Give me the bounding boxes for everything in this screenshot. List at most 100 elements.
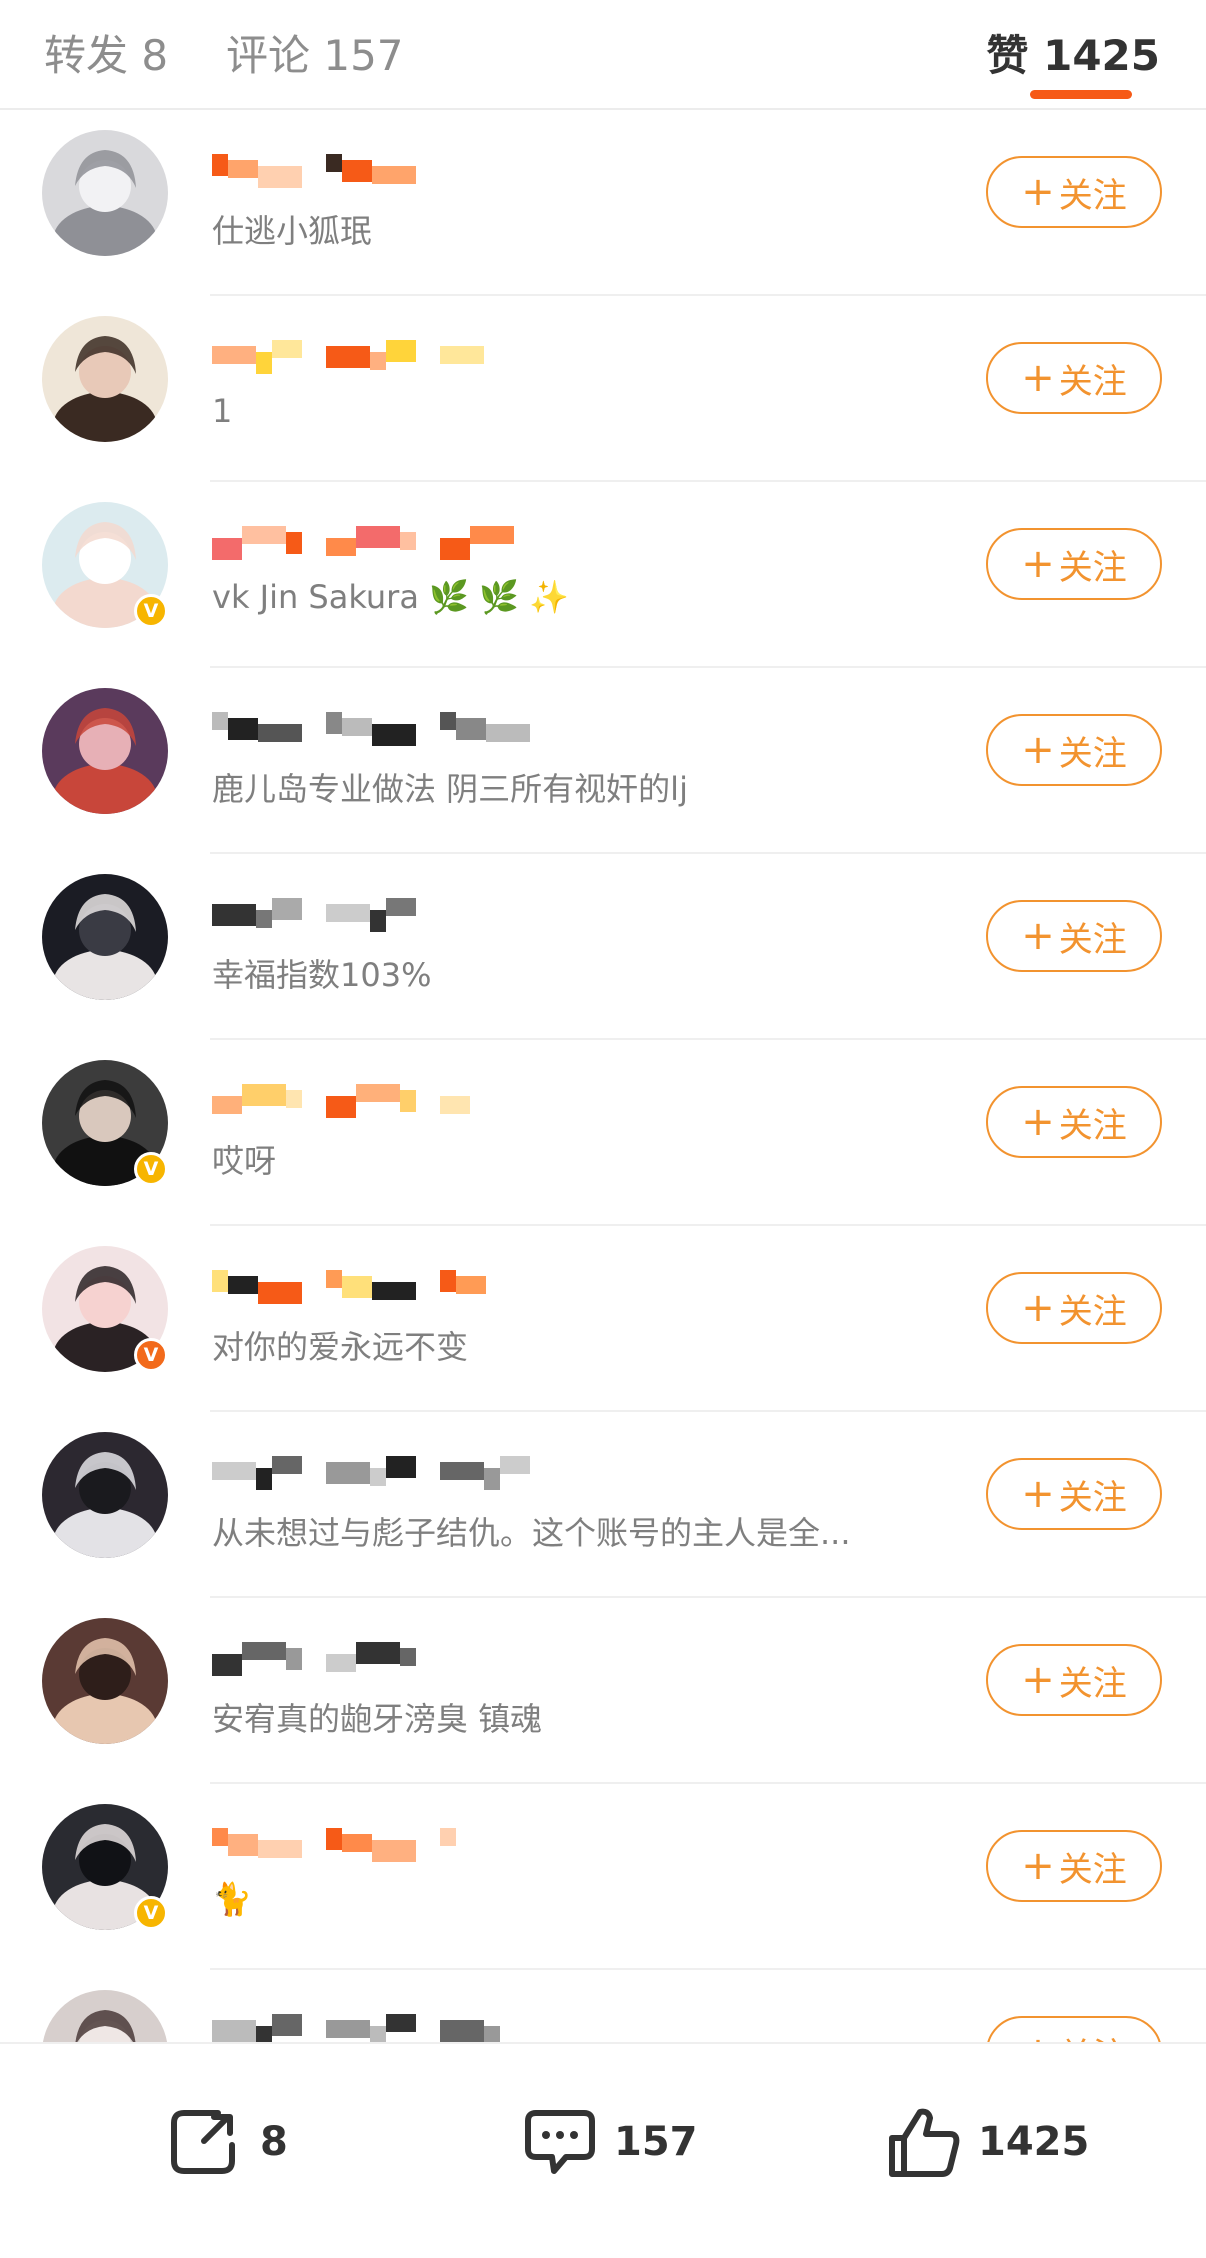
mosaic-block [400,532,416,550]
repost-count: 8 [260,2119,288,2165]
mosaic-block [440,1462,484,1480]
username-redacted[interactable] [212,1084,542,1124]
follow-button[interactable]: +关注 [986,1644,1162,1716]
avatar[interactable]: V [42,1246,168,1372]
avatar[interactable] [42,130,168,256]
mosaic-block [326,154,342,172]
list-item[interactable]: 仕逃小狐珉 + 关注 [0,110,1206,296]
avatar[interactable]: V [42,1804,168,1930]
plus-icon: + [1021,169,1055,215]
username-redacted[interactable] [212,898,542,938]
username-redacted[interactable] [212,712,542,752]
mosaic-block [212,904,256,926]
follow-button[interactable]: +关注 [986,1830,1162,1902]
mosaic-block [386,2014,416,2032]
list-item[interactable]: 1 + 关注 [0,296,1206,482]
list-item[interactable]: Vvk Jin Sakura 🌿 🌿 ✨ + 关注 [0,482,1206,668]
mosaic-block [212,712,228,730]
follow-label: 关注 [1059,2028,1127,2043]
follow-button[interactable]: +关注 [986,342,1162,414]
user-bio: 鹿儿岛专业做法 阴三所有视奸的lj [212,770,688,808]
mosaic-block [400,1648,416,1666]
avatar[interactable] [42,874,168,1000]
user-bio: 🐈 [212,1880,252,1918]
username-redacted[interactable] [212,340,542,380]
repost-button[interactable]: 8 [168,2102,288,2182]
like-button[interactable]: 1425 [886,2102,1089,2182]
avatar[interactable] [42,688,168,814]
follow-label: 关注 [1058,733,1127,774]
username-redacted[interactable] [212,1456,542,1496]
list-item[interactable]: 从未想过与彪子结仇。这个账号的主人是全... + 关注 [0,1412,1206,1598]
list-item[interactable]: 幸福指数103% + 关注 [0,854,1206,1040]
mosaic-block [212,1096,242,1114]
mosaic-block [242,526,286,544]
avatar-image [42,316,168,442]
active-tab-indicator [1030,90,1132,99]
avatar[interactable]: V [42,1060,168,1186]
plus-icon: + [1021,913,1055,959]
follow-label: 关注 [1058,175,1127,216]
plus-icon: + [1021,1657,1055,1703]
tab-comments[interactable]: 评论 157 [226,22,404,83]
follow-button[interactable]: +关注 [986,714,1162,786]
follow-button[interactable]: +关注 [986,528,1162,600]
mosaic-block [370,1468,386,1486]
follow-label: 关注 [1058,919,1127,960]
comment-count: 157 [614,2119,698,2165]
mosaic-block [326,712,342,734]
list-item[interactable]: V 🐈 + 关注 [0,1784,1206,1970]
mosaic-block [372,724,416,746]
mosaic-block [212,1462,256,1480]
username-redacted[interactable] [212,2014,542,2042]
mosaic-block [256,1468,272,1490]
avatar[interactable]: V [42,502,168,628]
mosaic-block [484,2026,500,2042]
likes-user-list: 仕逃小狐珉 + 关注 1 + 关注 Vvk Jin Sakura 🌿 🌿 ✨ + 关注 鹿儿岛专业… [0,110,1206,2042]
plus-icon: + [1021,355,1055,401]
mosaic-block [456,718,486,740]
list-item[interactable]: V 对你的爱永远不变 + 关注 [0,1226,1206,1412]
list-item[interactable]: + 关注 [0,1970,1206,2042]
mosaic-block [400,1090,416,1112]
avatar-image [42,874,168,1000]
verified-badge-icon: V [134,1896,168,1930]
mosaic-block [326,346,370,368]
user-bio: 安宥真的龅牙滂臭 镇魂 [212,1700,543,1738]
mosaic-block [372,1840,416,1862]
verified-badge-icon: V [134,1152,168,1186]
follow-button[interactable]: +关注 [986,2016,1162,2042]
tab-reposts[interactable]: 转发 8 [44,22,168,83]
user-bio: 对你的爱永远不变 [212,1328,469,1366]
username-redacted[interactable] [212,1270,542,1310]
follow-button[interactable]: +关注 [986,1458,1162,1530]
mosaic-block [342,718,372,736]
mosaic-block [256,2026,272,2042]
username-redacted[interactable] [212,1642,542,1682]
follow-button[interactable]: +关注 [986,1086,1162,1158]
list-item[interactable]: 鹿儿岛专业做法 阴三所有视奸的lj + 关注 [0,668,1206,854]
follow-button[interactable]: +关注 [986,1272,1162,1344]
username-redacted[interactable] [212,526,542,566]
avatar[interactable] [42,1432,168,1558]
list-item[interactable]: V 哎呀 + 关注 [0,1040,1206,1226]
mosaic-block [440,346,484,364]
mosaic-block [372,1282,416,1300]
username-redacted[interactable] [212,154,542,194]
avatar[interactable] [42,316,168,442]
follow-button[interactable]: +关注 [986,156,1162,228]
user-bio: 从未想过与彪子结仇。这个账号的主人是全... [212,1514,851,1552]
avatar[interactable] [42,1990,168,2042]
mosaic-block [256,910,272,928]
list-item[interactable]: 安宥真的龅牙滂臭 镇魂 + 关注 [0,1598,1206,1784]
follow-button[interactable]: +关注 [986,900,1162,972]
mosaic-block [212,346,256,364]
user-bio: 哎呀 [212,1142,277,1180]
username-redacted[interactable] [212,1828,542,1868]
avatar[interactable] [42,1618,168,1744]
follow-label: 关注 [1058,1477,1127,1518]
mosaic-block [484,1468,500,1490]
mosaic-block [212,154,228,176]
comment-button[interactable]: 157 [520,2102,698,2182]
tab-likes[interactable]: 赞 1425 [986,22,1160,83]
